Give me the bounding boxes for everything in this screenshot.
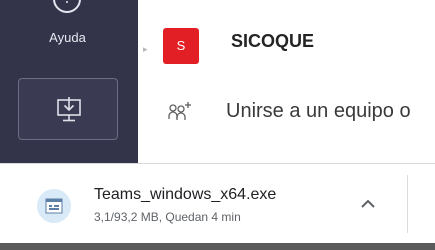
help-icon[interactable] — [53, 0, 81, 13]
team-avatar[interactable]: S — [163, 28, 199, 64]
download-file-name[interactable]: Teams_windows_x64.exe — [94, 186, 276, 204]
download-desktop-app-button[interactable] — [18, 78, 118, 140]
app-rail: Ayuda — [0, 0, 138, 163]
download-status: 3,1/93,2 MB, Quedan 4 min — [94, 210, 241, 224]
download-desktop-icon — [57, 97, 81, 122]
taskbar-edge — [0, 243, 435, 250]
join-team-link[interactable]: Unirse a un equipo o — [226, 100, 411, 123]
shelf-divider — [407, 175, 408, 233]
team-name[interactable]: SICOQUE — [231, 31, 314, 52]
expand-chevron-icon[interactable]: ▸ — [143, 44, 148, 55]
exe-file-icon — [45, 198, 63, 214]
help-label[interactable]: Ayuda — [0, 30, 135, 45]
chevron-up-icon[interactable] — [356, 196, 380, 212]
file-icon — [37, 189, 71, 223]
people-add-icon — [168, 102, 191, 120]
